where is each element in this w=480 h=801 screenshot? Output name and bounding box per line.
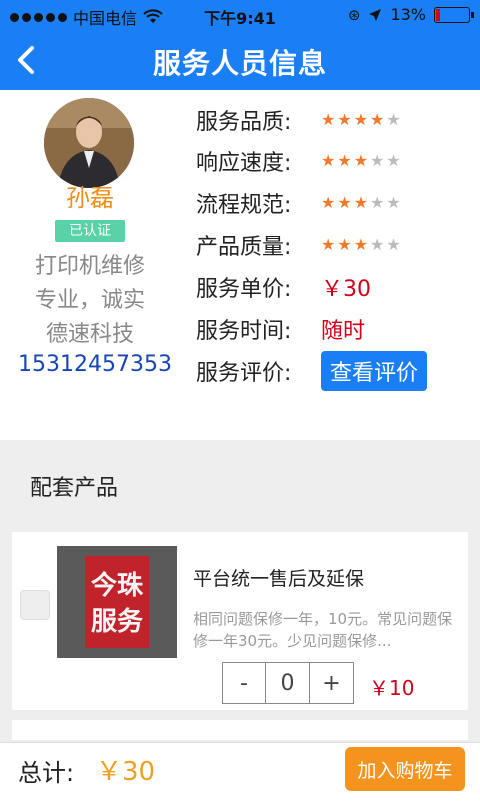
avatar[interactable] xyxy=(44,98,134,188)
status-right: ⊛ 13% xyxy=(347,5,474,24)
description-line: 专业，诚实 xyxy=(34,288,145,313)
star-rating: ★ ★ ★ ★ ★ xyxy=(321,112,401,128)
price-row: 服务单价: ￥30 xyxy=(196,267,466,307)
review-label: 服务评价: xyxy=(196,361,292,386)
battery-icon xyxy=(434,6,474,23)
price-value: ￥30 xyxy=(321,277,371,302)
total-label: 总计: xyxy=(18,759,75,787)
time-row: 服务时间: 随时 xyxy=(196,309,466,349)
total-value: ￥30 xyxy=(96,757,156,787)
star-filled-icon: ★ xyxy=(321,110,336,129)
star-filled-icon: ★ xyxy=(353,235,369,254)
rating-label: 响应速度: xyxy=(196,151,292,176)
star-filled-icon: ★ xyxy=(321,235,336,254)
next-product-card xyxy=(12,720,468,740)
price-label: 服务单价: xyxy=(196,277,292,302)
star-filled-icon: ★ xyxy=(321,193,336,212)
section-title: 配套产品 xyxy=(30,476,119,501)
phone-number[interactable]: 15312457353 xyxy=(10,352,180,377)
star-filled-icon: ★ xyxy=(337,193,352,212)
increment-button[interactable]: + xyxy=(310,662,354,704)
location-icon xyxy=(369,8,382,21)
description-line: 德速科技 xyxy=(45,322,134,347)
profile-card: 孙磊 已认证 打印机维修 专业，诚实 德速科技 15312457353 服务品质… xyxy=(0,90,480,440)
verified-badge: 已认证 xyxy=(55,220,125,242)
star-empty-icon: ★ xyxy=(370,193,385,212)
star-empty-icon: ★ xyxy=(386,110,401,129)
worker-description: 打印机维修 专业，诚实 德速科技 xyxy=(10,250,170,352)
product-image[interactable]: 今珠 服务 xyxy=(57,546,177,658)
rating-label: 流程规范: xyxy=(196,193,292,218)
star-empty-icon: ★ xyxy=(370,151,385,170)
battery-percent: 13% xyxy=(390,5,426,24)
star-filled-icon: ★ xyxy=(321,151,336,170)
status-bar: 中国电信 下午9:41 ⊛ 13% xyxy=(0,0,480,30)
star-empty-icon: ★ xyxy=(386,151,401,170)
product-card: 今珠 服务 平台统一售后及延保 相同问题保修一年，10元。常见问题保修一年30元… xyxy=(12,532,468,710)
page-title: 服务人员信息 xyxy=(152,47,327,80)
product-description: 相同问题保修一年，10元。常见问题保修一年30元。少见问题保修... xyxy=(193,610,453,650)
rating-row-service-quality: 服务品质: ★ ★ ★ ★ ★ xyxy=(196,100,466,140)
star-rating: ★ ★ ★ ★ ★ xyxy=(321,195,401,211)
view-reviews-button[interactable]: 查看评价 xyxy=(321,351,428,391)
star-rating: ★ ★ ★ ★ ★ xyxy=(321,153,401,169)
review-row: 服务评价: 查看评价 xyxy=(196,351,466,391)
rating-label: 产品质量: xyxy=(196,235,292,260)
product-checkbox[interactable] xyxy=(20,590,50,620)
quantity-stepper: - 0 + xyxy=(222,662,354,704)
star-rating: ★ ★ ★ ★ ★ xyxy=(321,237,401,253)
product-price: ￥10 xyxy=(369,676,415,700)
star-filled-icon: ★ xyxy=(353,110,369,129)
decrement-button[interactable]: - xyxy=(222,662,266,704)
star-filled-icon: ★ xyxy=(337,110,352,129)
star-filled-icon: ★ xyxy=(353,151,369,170)
rating-row-response-speed: 响应速度: ★ ★ ★ ★ ★ xyxy=(196,141,466,181)
nav-bar: 服务人员信息 xyxy=(0,30,480,90)
quantity-value[interactable]: 0 xyxy=(266,662,310,704)
rotation-lock-icon: ⊛ xyxy=(347,5,361,24)
description-line: 打印机维修 xyxy=(34,254,145,279)
star-filled-icon: ★ xyxy=(337,235,352,254)
rating-label: 服务品质: xyxy=(196,110,292,135)
product-title[interactable]: 平台统一售后及延保 xyxy=(193,564,364,591)
product-image-text: 今珠 xyxy=(91,570,144,601)
rating-row-process: 流程规范: ★ ★ ★ ★ ★ xyxy=(196,183,466,223)
star-filled-icon: ★ xyxy=(353,193,369,212)
product-image-text: 服务 xyxy=(91,607,143,637)
star-empty-icon: ★ xyxy=(386,235,401,254)
time-label: 服务时间: xyxy=(196,319,292,344)
time-value: 随时 xyxy=(321,319,366,344)
star-empty-icon: ★ xyxy=(386,193,401,212)
star-filled-icon: ★ xyxy=(370,110,385,129)
star-filled-icon: ★ xyxy=(337,151,352,170)
add-to-cart-button[interactable]: 加入购物车 xyxy=(345,747,465,791)
worker-name: 孙磊 xyxy=(66,184,114,212)
footer-bar: 总计: ￥30 加入购物车 xyxy=(0,742,480,801)
rating-row-product-quality: 产品质量: ★ ★ ★ ★ ★ xyxy=(196,225,466,265)
star-empty-icon: ★ xyxy=(370,235,385,254)
